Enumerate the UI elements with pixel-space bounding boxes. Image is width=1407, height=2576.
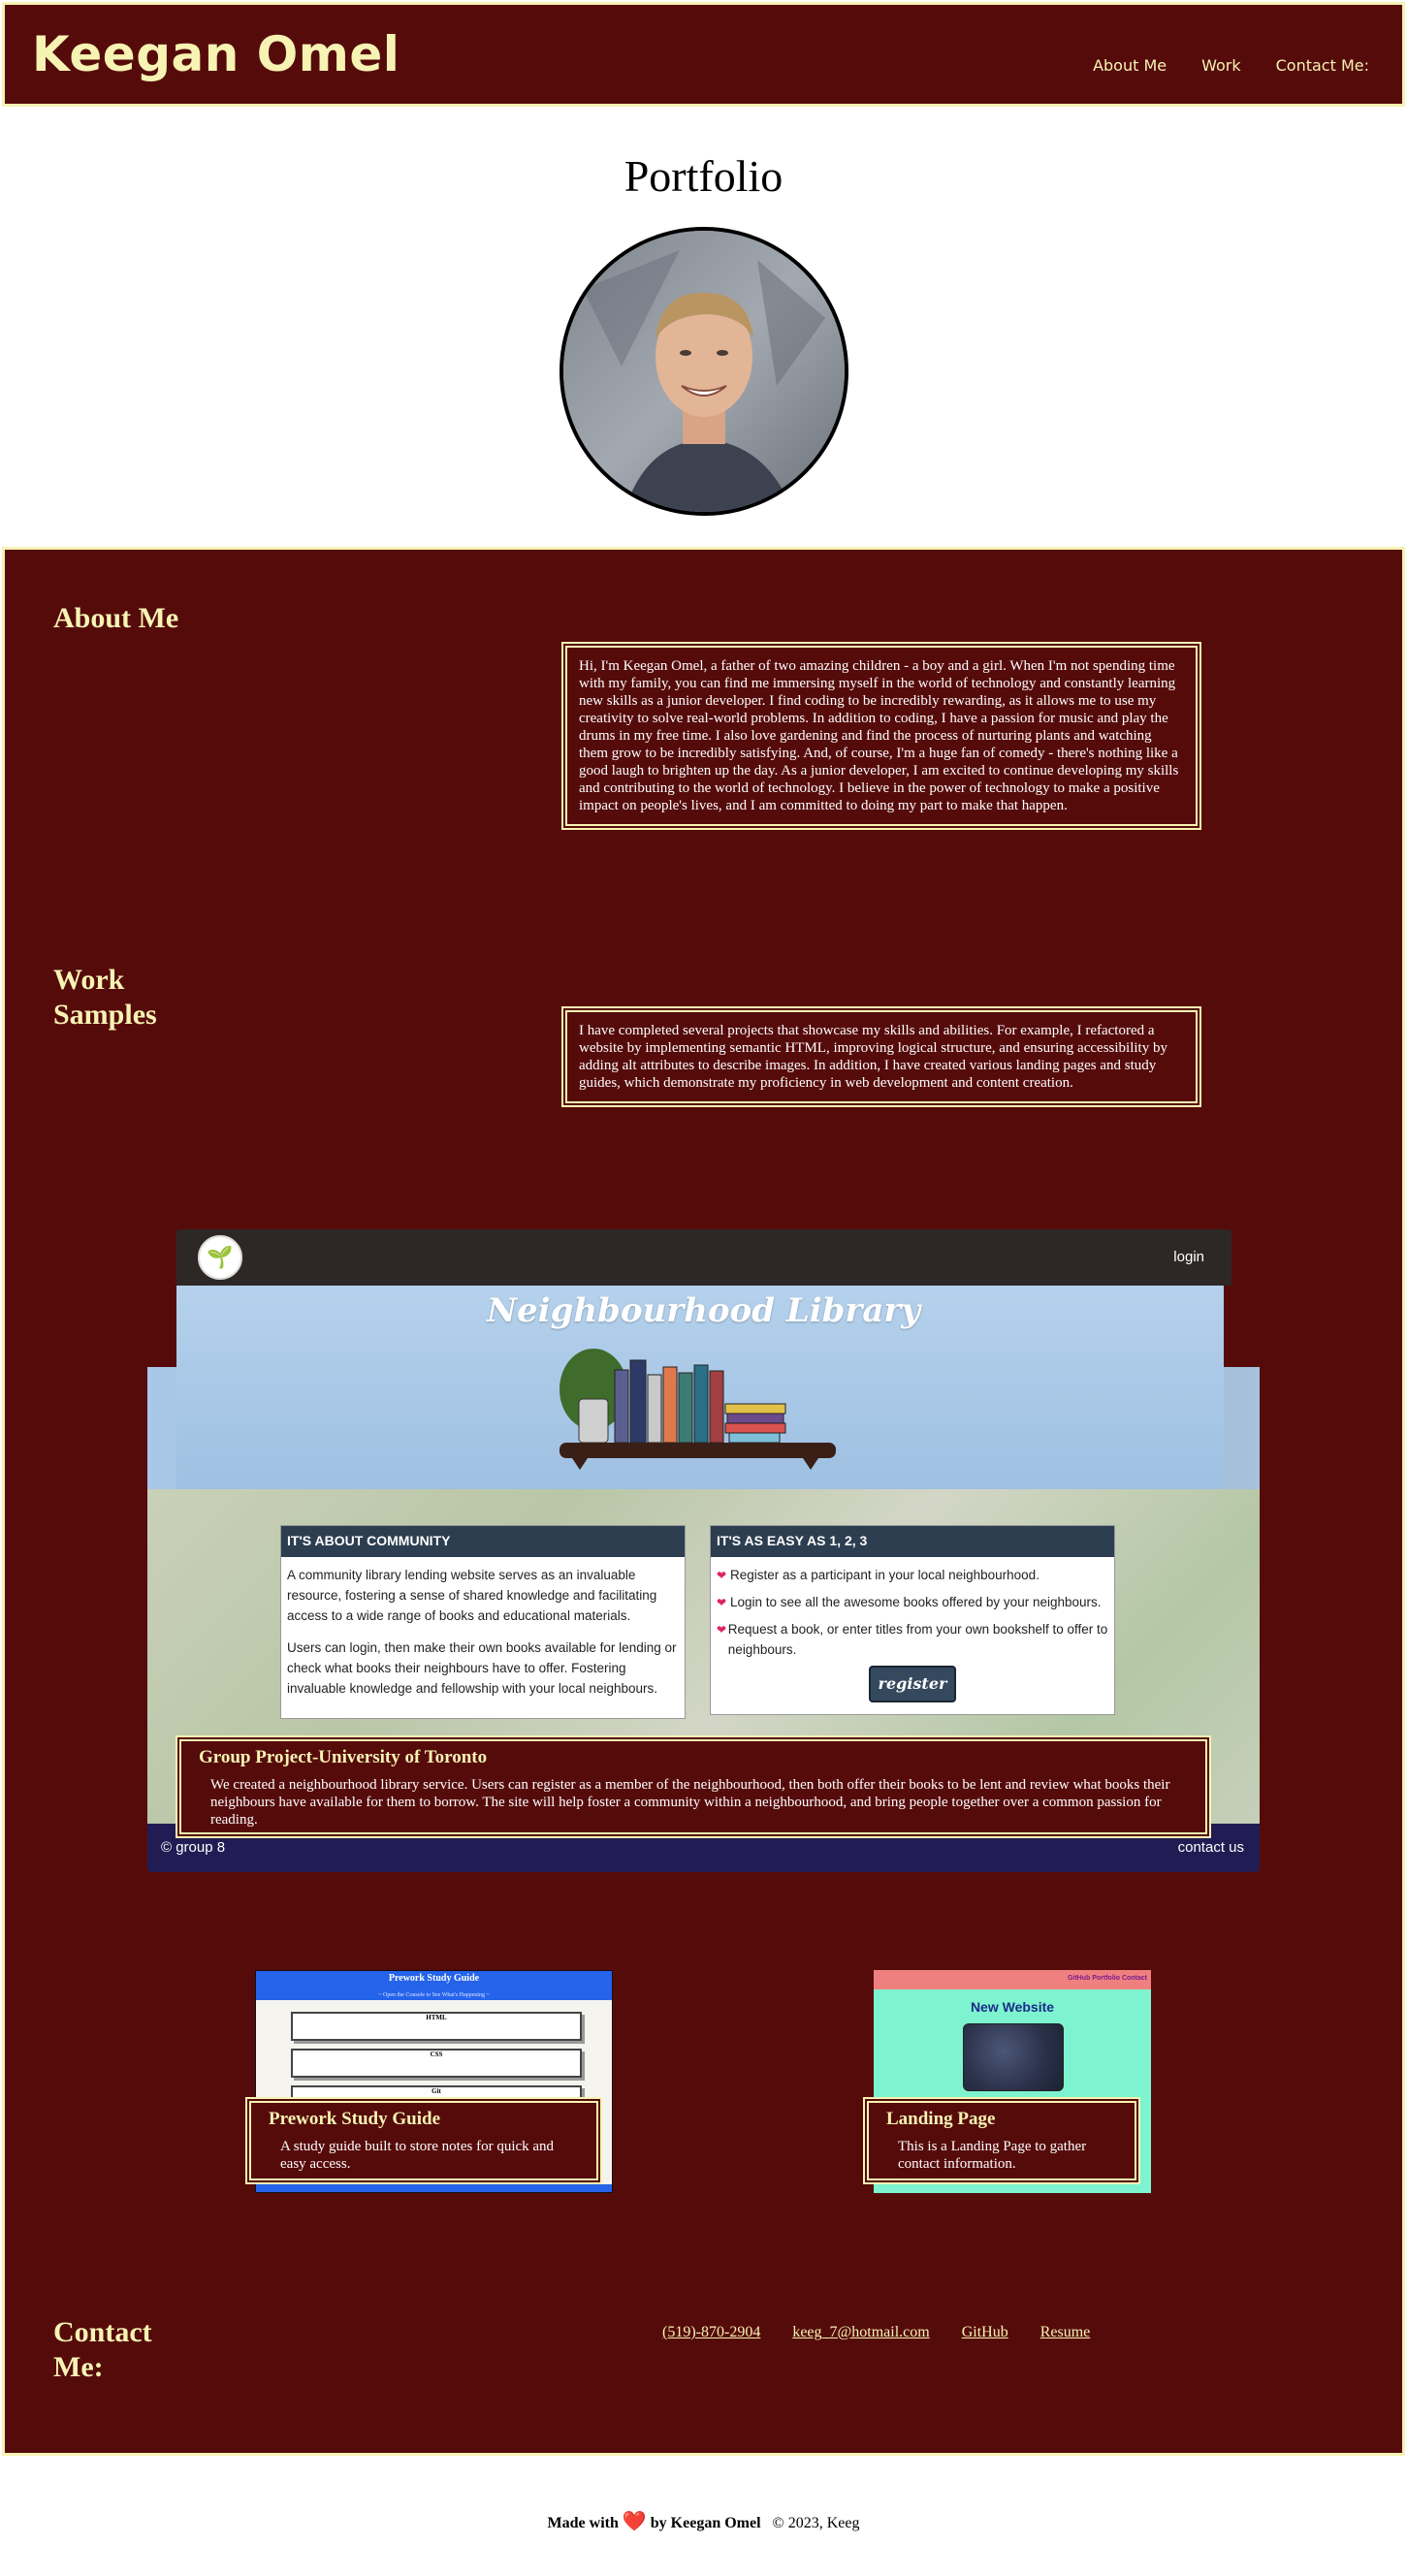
email-link[interactable]: keeg_7@hotmail.com <box>792 2324 929 2341</box>
study-row-label: Git <box>432 2087 441 2095</box>
step-text: Request a book, or enter titles from you… <box>727 1622 1108 1657</box>
landing-shot-topbar: GitHub Portfolio Contact <box>874 1970 1151 1989</box>
study-row: HTML <box>291 2012 582 2041</box>
profile-photo-illustration <box>563 231 845 512</box>
library-caption-text: We created a neighbourhood library servi… <box>210 1777 1170 1828</box>
library-login-link[interactable]: login <box>1173 1249 1204 1265</box>
work-text: I have completed several projects that s… <box>579 1023 1167 1091</box>
study-guide-caption-title: Prework Study Guide <box>269 2109 441 2129</box>
landing-page-caption-text: This is a Landing Page to gather contact… <box>898 2139 1087 2172</box>
landing-shot-links: GitHub Portfolio Contact <box>1067 1975 1147 1982</box>
heart-icon: ❤ <box>717 1623 727 1637</box>
study-shot-subtitle: ~ Open the Console to See What's Happeni… <box>378 1992 490 1998</box>
steps-card-heading: IT'S AS EASY AS 1, 2, 3 <box>711 1526 1114 1557</box>
brand-name[interactable]: Keegan Omel <box>32 26 400 82</box>
study-row-label: HTML <box>426 2014 447 2021</box>
resume-link[interactable]: Resume <box>1040 2324 1091 2341</box>
community-card-heading: IT'S ABOUT COMMUNITY <box>281 1526 685 1557</box>
library-title: Neighbourhood Library <box>486 1291 921 1330</box>
nav-work-link[interactable]: Work <box>1201 56 1241 75</box>
study-guide-caption-text: A study guide built to store notes for q… <box>280 2139 555 2172</box>
community-card-text-1: A community library lending website serv… <box>287 1568 657 1623</box>
study-guide-caption: Prework Study Guide A study guide built … <box>245 2097 602 2184</box>
community-card: IT'S ABOUT COMMUNITY A community library… <box>280 1525 686 1719</box>
copyright-text: © 2023, Keeg <box>772 2515 860 2531</box>
library-topbar: 🌱 login <box>176 1229 1231 1286</box>
register-button[interactable]: register <box>869 1666 956 1702</box>
landing-page-caption-title: Landing Page <box>886 2109 996 2129</box>
made-with-suffix: by Keegan Omel <box>650 2515 761 2531</box>
step-text: Login to see all the awesome books offer… <box>730 1595 1102 1609</box>
library-contact-link[interactable]: contact us <box>1178 1839 1244 1856</box>
landing-page-caption: Landing Page This is a Landing Page to g… <box>863 2097 1140 2184</box>
step-text: Register as a participant in your local … <box>730 1568 1039 1582</box>
made-with-prefix: Made with <box>547 2515 619 2531</box>
site-footer: Made with ❤️ by Keegan Omel © 2023, Keeg <box>0 2509 1407 2533</box>
contact-links: (519)-870-2904 keeg_7@hotmail.com GitHub… <box>662 2324 1122 2341</box>
work-text-box: I have completed several projects that s… <box>561 1006 1201 1107</box>
about-text: Hi, I'm Keegan Omel, a father of two ama… <box>579 658 1179 813</box>
study-row-label: CSS <box>430 2051 443 2058</box>
study-shot-title: Prework Study Guide <box>388 1973 480 1984</box>
heart-icon: ❤ <box>717 1569 727 1582</box>
library-caption-title: Group Project-University of Toronto <box>199 1747 488 1767</box>
community-card-text-2: Users can login, then make their own boo… <box>287 1640 677 1696</box>
library-footer-copyright: © group 8 <box>161 1839 226 1856</box>
contact-heading: Contact Me: <box>53 2316 152 2383</box>
github-link[interactable]: GitHub <box>962 2324 1008 2341</box>
about-heading: About Me <box>53 602 179 634</box>
library-project-screenshot[interactable]: 🌱 login Neighbourhood Library IT'S ABOUT… <box>147 1229 1260 1872</box>
heart-icon: ❤ <box>717 1596 727 1609</box>
page-title: Portfolio <box>624 151 783 201</box>
nav-contact-link[interactable]: Contact Me: <box>1276 56 1369 75</box>
steps-card: IT'S AS EASY AS 1, 2, 3 ❤ Register as a … <box>710 1525 1115 1715</box>
library-logo-icon: 🌱 <box>198 1235 242 1280</box>
main-nav: About Me Work Contact Me: <box>1058 56 1369 75</box>
heart-icon: ❤️ <box>622 2511 647 2532</box>
library-caption: Group Project-University of Toronto We c… <box>176 1735 1211 1838</box>
about-text-box: Hi, I'm Keegan Omel, a father of two ama… <box>561 642 1201 830</box>
list-item: ❤ Request a book, or enter titles from y… <box>717 1619 1108 1660</box>
site-header: Keegan Omel About Me Work Contact Me: <box>2 2 1405 107</box>
work-heading: Work Samples <box>53 964 157 1031</box>
list-item: ❤ Login to see all the awesome books off… <box>717 1592 1108 1613</box>
landing-shot-heading: New Website <box>970 1999 1055 2015</box>
list-item: ❤ Register as a participant in your loca… <box>717 1565 1108 1586</box>
phone-link[interactable]: (519)-870-2904 <box>662 2324 760 2341</box>
bookshelf-illustration <box>560 1349 836 1470</box>
nav-about-link[interactable]: About Me <box>1093 56 1167 75</box>
study-row: CSS <box>291 2049 582 2078</box>
profile-photo <box>560 227 848 516</box>
landing-shot-image <box>963 2023 1064 2091</box>
